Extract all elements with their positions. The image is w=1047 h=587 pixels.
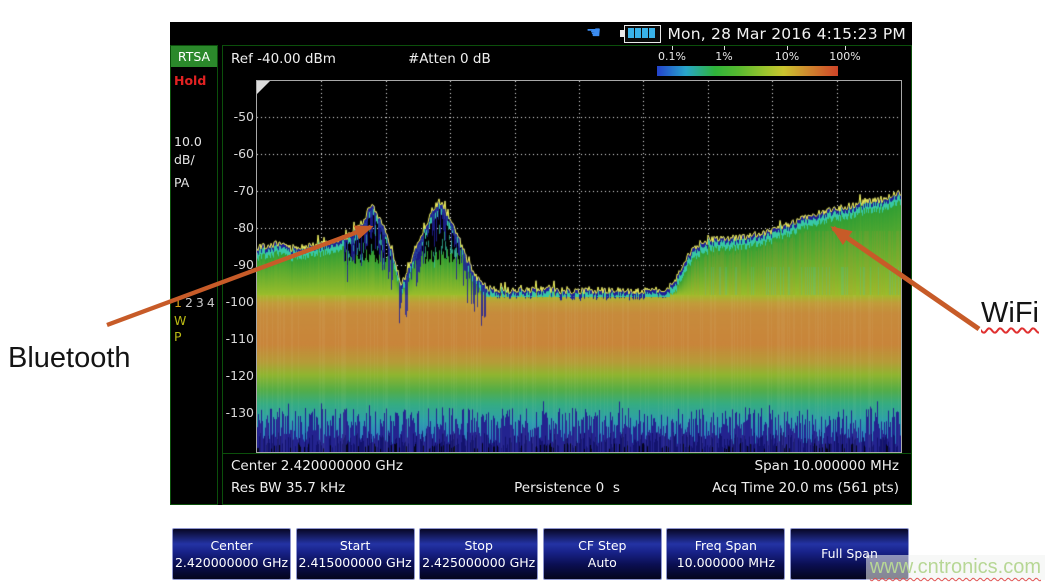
colorbar-label: 100%	[820, 50, 870, 63]
spectrum-plot	[256, 80, 902, 453]
softkey-center[interactable]: Center 2.420000000 GHz	[172, 528, 291, 580]
sweep-state-label: Hold	[174, 73, 206, 88]
softkey-value: 2.420000000 GHz	[173, 556, 290, 570]
softkey-value: 2.425000000 GHz	[420, 556, 537, 570]
acq-time-readout: Acq Time 20.0 ms (561 pts)	[712, 480, 899, 496]
preamp-indicator: PA	[174, 175, 189, 190]
corner-fold-icon	[257, 81, 270, 94]
y-axis-tick-label: -90	[223, 257, 254, 272]
scale-unit: dB/	[174, 152, 195, 167]
mode-panel: RTSA Hold 10.0 dB/ PA 1234 W P	[170, 45, 218, 505]
watermark: www.cntronics.com	[866, 555, 1045, 580]
softkey-stop[interactable]: Stop 2.425000000 GHz	[419, 528, 538, 580]
network-status-icon: ☚	[586, 22, 601, 45]
softkey-label: Freq Span	[667, 539, 784, 553]
battery-bar	[635, 28, 641, 38]
spectrum-canvas	[257, 81, 901, 452]
y-axis-tick-label: -70	[223, 183, 254, 198]
trace-mode-w: W	[174, 313, 186, 328]
y-axis-tick-label: -80	[223, 220, 254, 235]
softkey-label: CF Step	[544, 539, 661, 553]
battery-icon	[620, 25, 660, 42]
battery-bar	[649, 28, 655, 38]
clock-datetime: Mon, 28 Mar 2016 4:15:23 PM	[667, 25, 912, 43]
softkey-value: 2.415000000 GHz	[297, 556, 414, 570]
trace-mode-p: P	[174, 329, 182, 344]
softkey-label: Center	[173, 539, 290, 553]
softkey-label: Start	[297, 539, 414, 553]
y-axis-tick-label: -60	[223, 146, 254, 161]
status-bar: ☚ Mon, 28 Mar 2016 4:15:23 PM	[170, 22, 912, 45]
center-freq-readout: Center 2.420000000 GHz	[231, 458, 403, 474]
softkey-freq-span[interactable]: Freq Span 10.000000 MHz	[666, 528, 785, 580]
footer-divider	[223, 453, 911, 454]
wifi-label: WiFi	[981, 297, 1039, 330]
softkey-label: Stop	[420, 539, 537, 553]
ref-level-label: Ref -40.00 dBm	[231, 51, 336, 67]
battery-bar	[642, 28, 648, 38]
y-axis-tick-label: -120	[223, 368, 254, 383]
y-axis-tick-label: -130	[223, 405, 254, 420]
softkey-cf-step[interactable]: CF Step Auto	[543, 528, 662, 580]
battery-bar	[628, 28, 634, 38]
trace-numbers: 1234	[174, 295, 218, 310]
mode-badge: RTSA	[171, 46, 217, 67]
y-axis-tick-label: -50	[223, 109, 254, 124]
attenuation-label: #Atten 0 dB	[408, 51, 491, 67]
softkey-value: Auto	[544, 556, 661, 570]
span-readout: Span 10.000000 MHz	[755, 458, 899, 474]
scale-value: 10.0	[174, 134, 202, 149]
density-colorbar	[657, 66, 838, 76]
colorbar-label: 0.1%	[647, 50, 697, 63]
y-axis-tick-label: -100	[223, 294, 254, 309]
display-panel: Ref -40.00 dBm #Atten 0 dB 0.1%1% 10% 100%…	[222, 45, 912, 505]
page: ☚ Mon, 28 Mar 2016 4:15:23 PM RTSA Hold …	[0, 0, 1047, 587]
colorbar-label: 10%	[762, 50, 812, 63]
softkey-start[interactable]: Start 2.415000000 GHz	[296, 528, 415, 580]
persistence-readout: Persistence 0 s	[514, 480, 620, 496]
y-axis-tick-label: -110	[223, 331, 254, 346]
colorbar-label: 1%	[699, 50, 749, 63]
softkey-value: 10.000000 MHz	[667, 556, 784, 570]
active-trace: 1	[174, 295, 185, 310]
softkey-menu: Center 2.420000000 GHz Start 2.415000000 GH…	[172, 528, 909, 580]
rbw-readout: Res BW 35.7 kHz	[231, 480, 345, 496]
bluetooth-label: Bluetooth	[8, 342, 131, 375]
